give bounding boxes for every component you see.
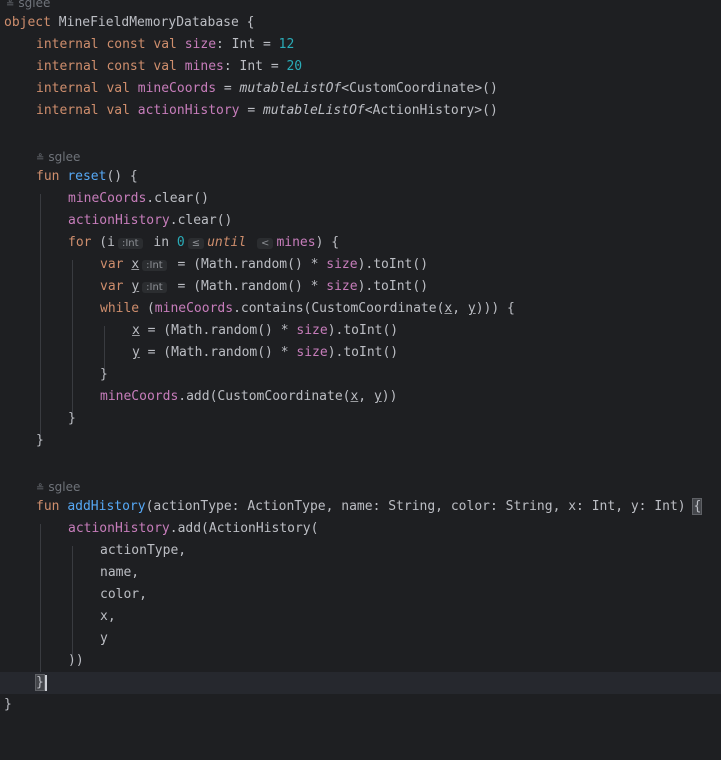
code-line: } bbox=[68, 411, 76, 426]
code-line: internal const val size: Int = 12 bbox=[36, 37, 295, 52]
matching-brace: } bbox=[35, 674, 45, 691]
code-line: name, bbox=[100, 565, 140, 580]
type-hint: :Int bbox=[142, 260, 167, 271]
code-line: internal val actionHistory = mutableList… bbox=[36, 103, 498, 118]
code-line: mineCoords.clear() bbox=[68, 191, 209, 206]
code-line: var y:Int = (Math.random() * size).toInt… bbox=[100, 279, 429, 294]
code-line: y bbox=[100, 631, 108, 646]
current-line: } bbox=[0, 672, 721, 694]
code-line: internal const val mines: Int = 20 bbox=[36, 59, 303, 74]
code-line: color, bbox=[100, 587, 147, 602]
matching-brace: { bbox=[692, 498, 703, 515]
person-icon: ≗ bbox=[6, 0, 15, 10]
text-caret bbox=[44, 674, 47, 691]
code-line: fun addHistory(actionType: ActionType, n… bbox=[36, 498, 703, 515]
code-line: ≗ sglee bbox=[0, 476, 721, 498]
code-line: actionHistory.clear() bbox=[68, 213, 233, 228]
code-line: internal val mineCoords = mutableListOf<… bbox=[36, 81, 498, 96]
type-hint: :Int bbox=[117, 238, 143, 249]
range-hint: < bbox=[257, 238, 274, 249]
code-line: actionHistory.add(ActionHistory( bbox=[68, 521, 319, 536]
code-line: var x:Int = (Math.random() * size).toInt… bbox=[100, 257, 429, 272]
code-line: object MineFieldMemoryDatabase { bbox=[4, 15, 255, 30]
person-icon: ≗ bbox=[36, 483, 45, 494]
code-line: for (i:Int in 0 ≤ until < mines) { bbox=[68, 235, 340, 250]
code-line: } bbox=[4, 697, 12, 712]
code-line: while (mineCoords.contains(CustomCoordin… bbox=[100, 301, 515, 316]
code-line: )) bbox=[68, 653, 84, 668]
range-hint: ≤ bbox=[187, 238, 205, 249]
code-line: fun reset() { bbox=[36, 169, 138, 184]
code-line: actionType, bbox=[100, 543, 187, 558]
code-line: mineCoords.add(CustomCoordinate(x, y)) bbox=[100, 389, 398, 404]
type-hint: :Int bbox=[142, 282, 167, 293]
code-line: ≗ sglee bbox=[0, 146, 721, 168]
code-line: } bbox=[36, 433, 44, 448]
code-line: x, bbox=[100, 609, 116, 624]
code-line: x = (Math.random() * size).toInt() bbox=[132, 323, 399, 338]
code-line: } bbox=[100, 367, 108, 382]
code-line: y = (Math.random() * size).toInt() bbox=[132, 345, 399, 360]
code-editor[interactable]: ≗ sglee object MineFieldMemoryDatabase { … bbox=[0, 0, 721, 712]
person-icon: ≗ bbox=[36, 153, 45, 164]
